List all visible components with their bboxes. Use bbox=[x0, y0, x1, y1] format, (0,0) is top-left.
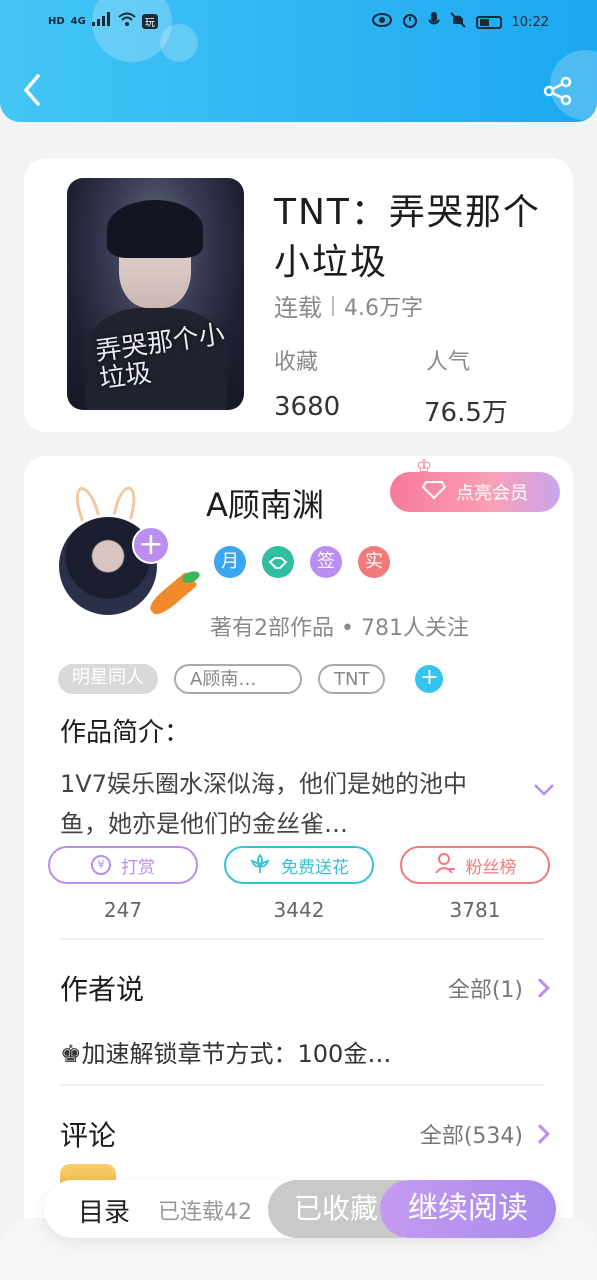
back-button[interactable] bbox=[18, 72, 48, 108]
book-meta: 连载 4.6万字 bbox=[274, 288, 423, 323]
chevron-right-icon bbox=[530, 1124, 550, 1144]
tag-item[interactable]: 明星同人 bbox=[58, 664, 158, 694]
serial-progress: 已连载42 bbox=[158, 1200, 252, 1225]
author-note-more-label: 全部(1) bbox=[447, 978, 523, 1003]
expand-intro-button[interactable] bbox=[532, 780, 556, 800]
eye-icon bbox=[371, 13, 392, 31]
reward-label: 打赏 bbox=[121, 857, 155, 878]
tag-item[interactable]: A顾南… bbox=[174, 664, 302, 694]
action-buttons: ¥ 打赏 免费送花 粉丝榜 bbox=[48, 846, 550, 884]
share-button[interactable] bbox=[543, 76, 573, 106]
app-notification-badge: 玩 bbox=[141, 13, 158, 29]
collect-label: 收藏 bbox=[274, 350, 319, 375]
tag-item[interactable]: TNT bbox=[318, 664, 386, 694]
send-flower-button[interactable]: 免费送花 bbox=[224, 846, 374, 884]
popularity-value: 76.5万 bbox=[424, 398, 508, 428]
divider bbox=[60, 1084, 544, 1086]
chevron-down-icon bbox=[534, 784, 554, 796]
book-cover[interactable]: 弄哭那个小垃圾 bbox=[67, 178, 244, 410]
handshake-badge-icon bbox=[262, 546, 294, 578]
book-status: 连载 bbox=[274, 294, 322, 322]
reward-count: 247 bbox=[103, 898, 143, 922]
alarm-icon bbox=[402, 12, 418, 32]
intro-text[interactable]: 1V7娱乐圈水深似海，他们是她的池中鱼，她亦是他们的金丝雀… bbox=[60, 764, 500, 844]
meta-divider bbox=[332, 295, 334, 316]
signal-icon bbox=[91, 12, 112, 30]
vip-button[interactable]: 点亮会员 bbox=[390, 472, 560, 512]
book-info-card: 弄哭那个小垃圾 TNT：弄哭那个小垃圾 连载 4.6万字 收藏 人气 3680 … bbox=[24, 158, 573, 432]
verified-badge-icon: 实 bbox=[358, 546, 390, 578]
battery-icon bbox=[475, 15, 502, 29]
comments-title: 评论 bbox=[60, 1119, 117, 1152]
comments-more-link[interactable]: 全部(534) bbox=[419, 1118, 550, 1150]
popularity-label: 人气 bbox=[426, 350, 471, 375]
chevron-left-icon bbox=[23, 74, 40, 106]
toc-button[interactable]: 目录 bbox=[78, 1192, 130, 1229]
month-badge-icon: 月 bbox=[214, 546, 246, 578]
intro-title: 作品简介： bbox=[60, 718, 191, 748]
comments-more-label: 全部(534) bbox=[419, 1124, 523, 1149]
author-badges: 月 签 实 bbox=[214, 546, 390, 578]
network-indicator: 4G bbox=[70, 15, 86, 27]
hd-indicator: HD bbox=[48, 15, 65, 27]
action-counts: 247 3442 3781 bbox=[48, 898, 550, 922]
author-note-text[interactable]: ♚加速解锁章节方式：100金… bbox=[60, 1034, 391, 1069]
flower-count: 3442 bbox=[273, 898, 325, 922]
author-name[interactable]: A顾南渊 bbox=[206, 480, 324, 526]
collect-value: 3680 bbox=[274, 392, 341, 422]
diamond-icon bbox=[421, 480, 447, 504]
fan-count: 3781 bbox=[449, 898, 501, 922]
divider bbox=[60, 938, 544, 940]
chevron-right-icon bbox=[530, 978, 550, 998]
author-intro-card: + A顾南渊 ♔ 点亮会员 月 签 实 著有2部作品 • 781人关注 明星同人… bbox=[24, 456, 573, 1280]
user-icon bbox=[434, 852, 456, 879]
fan-rank-label: 粉丝榜 bbox=[465, 857, 517, 878]
clock-time: 10:22 bbox=[511, 14, 549, 30]
top-header: HD 4G 玩 10:22 bbox=[0, 0, 597, 122]
send-flower-label: 免费送花 bbox=[281, 857, 349, 878]
add-tag-button[interactable]: + bbox=[415, 665, 444, 693]
share-icon bbox=[543, 76, 572, 106]
tag-list: 明星同人 A顾南… TNT + bbox=[58, 664, 444, 694]
author-note-more-link[interactable]: 全部(1) bbox=[447, 972, 550, 1004]
author-avatar-group[interactable]: + bbox=[54, 484, 204, 636]
bottom-action-bar: 目录 已连载42 已收藏 继续阅读 bbox=[44, 1180, 556, 1238]
wifi-icon bbox=[118, 12, 136, 30]
fan-rank-button[interactable]: 粉丝榜 bbox=[400, 846, 550, 884]
mute-icon bbox=[449, 12, 466, 32]
signed-badge-icon: 签 bbox=[310, 546, 342, 578]
continue-reading-button[interactable]: 继续阅读 bbox=[380, 1180, 556, 1238]
vip-label: 点亮会员 bbox=[456, 483, 528, 504]
status-bar: HD 4G 玩 10:22 bbox=[0, 10, 597, 34]
flower-icon bbox=[249, 852, 271, 879]
book-title: TNT：弄哭那个小垃圾 bbox=[274, 192, 541, 283]
yen-icon: ¥ bbox=[91, 855, 111, 875]
follow-plus-button[interactable]: + bbox=[132, 526, 170, 564]
cover-hair bbox=[107, 200, 203, 258]
word-count: 4.6万字 bbox=[344, 295, 423, 321]
reward-button[interactable]: ¥ 打赏 bbox=[48, 846, 198, 884]
mic-icon bbox=[427, 12, 440, 32]
author-note-title: 作者说 bbox=[60, 973, 145, 1006]
author-stats: 著有2部作品 • 781人关注 bbox=[210, 616, 469, 641]
